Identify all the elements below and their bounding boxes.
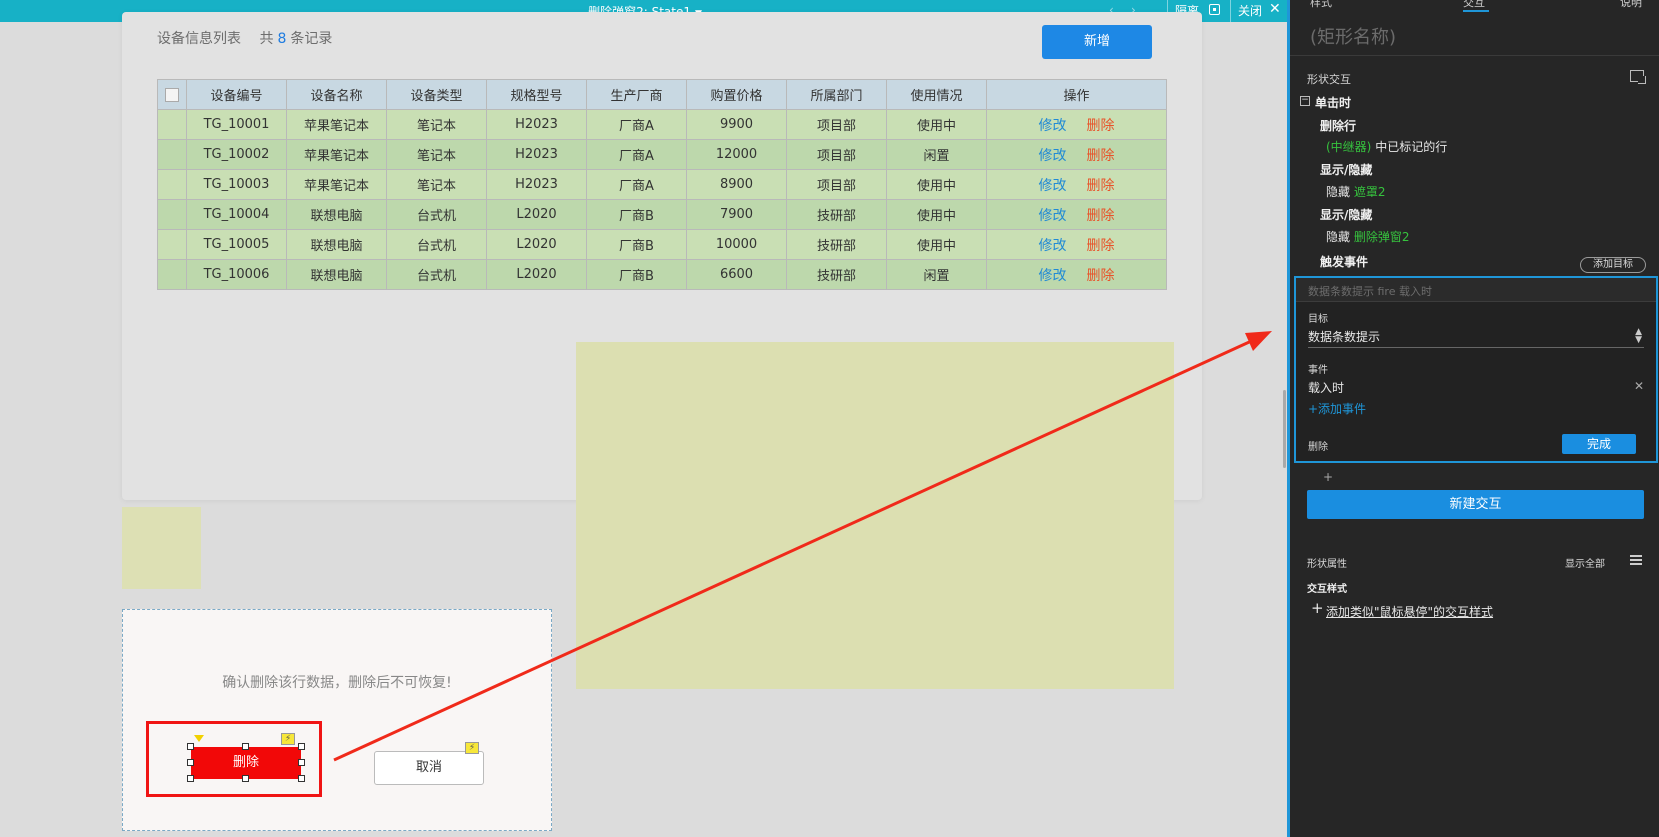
tab-style[interactable]: 样式	[1310, 0, 1332, 10]
action-verb: 隐藏	[1326, 185, 1351, 199]
shape-name-placeholder: (矩形名称)	[1310, 27, 1397, 48]
pick-target-icon[interactable]	[1630, 70, 1646, 84]
target-label: 目标	[1308, 314, 1328, 325]
annotation-arrow	[333, 331, 1272, 762]
action-delete-row-text: 中已标记的行	[1375, 140, 1448, 154]
arrow-head-icon	[1245, 331, 1272, 351]
add-action-icon[interactable]: +	[1323, 470, 1333, 484]
inspector-panel: 样式 交互 说明 (矩形名称) 形状交互 − 单击时 删除行 (中继器) 中已标…	[1287, 0, 1659, 837]
target-value: 数据条数提示	[1308, 330, 1381, 344]
done-button[interactable]: 完成	[1562, 434, 1636, 454]
menu-icon[interactable]	[1630, 555, 1642, 565]
collapse-icon[interactable]: −	[1300, 96, 1310, 106]
dialog-target: 删除弹窗2	[1353, 230, 1410, 244]
event-summary: 数据条数提示 fire 载入时	[1296, 278, 1656, 302]
updown-icon: ▲ ▼	[1635, 327, 1642, 345]
action-hide-mask-detail: 隐藏 遮罩2	[1326, 183, 1385, 200]
panel-splitter[interactable]	[1283, 390, 1286, 468]
on-click-case[interactable]: 单击时	[1315, 94, 1351, 111]
remove-event-icon[interactable]: ✕	[1634, 379, 1644, 393]
shape-properties-heading: 形状属性	[1307, 559, 1347, 570]
add-event-link[interactable]: +添加事件	[1308, 400, 1366, 417]
interaction-style-heading: 交互样式	[1307, 584, 1347, 595]
fire-event-editor: 数据条数提示 fire 载入时 目标 数据条数提示 ▲ ▼ 事件 载入时 ✕ +添加…	[1294, 276, 1658, 463]
mask-target: 遮罩2	[1353, 185, 1386, 199]
new-interaction-button[interactable]: 新建交互	[1307, 490, 1644, 519]
inspector-tabs: 样式 交互 说明	[1290, 0, 1659, 12]
tab-notes[interactable]: 说明	[1620, 0, 1642, 10]
event-value: 载入时	[1308, 381, 1345, 395]
event-label: 事件	[1308, 365, 1328, 376]
active-tab-indicator	[1463, 10, 1489, 12]
delete-fire-event[interactable]: 删除	[1308, 438, 1328, 453]
add-style-icon[interactable]: +	[1311, 599, 1324, 617]
action-verb: 隐藏	[1326, 230, 1351, 244]
action-show-hide-title[interactable]: 显示/隐藏	[1320, 161, 1372, 178]
add-hover-style-link[interactable]: 添加类似"鼠标悬停"的交互样式	[1326, 603, 1493, 620]
add-target-button[interactable]: 添加目标	[1580, 257, 1646, 273]
show-all-link[interactable]: 显示全部	[1565, 555, 1605, 570]
action-show-hide-title[interactable]: 显示/隐藏	[1320, 206, 1372, 223]
tab-interaction[interactable]: 交互	[1463, 0, 1485, 10]
shape-interaction-heading: 形状交互	[1307, 73, 1351, 86]
target-select[interactable]: 数据条数提示 ▲ ▼	[1308, 328, 1644, 348]
arrow-line	[333, 336, 1259, 762]
shape-name-field[interactable]: (矩形名称)	[1290, 14, 1659, 56]
action-hide-dialog-detail: 隐藏 删除弹窗2	[1326, 228, 1409, 245]
action-delete-row-detail: (中继器) 中已标记的行	[1326, 138, 1447, 155]
fire-event-title[interactable]: 触发事件	[1320, 253, 1368, 270]
repeater-target: (中继器)	[1326, 140, 1372, 154]
action-delete-row-title[interactable]: 删除行	[1320, 117, 1356, 134]
